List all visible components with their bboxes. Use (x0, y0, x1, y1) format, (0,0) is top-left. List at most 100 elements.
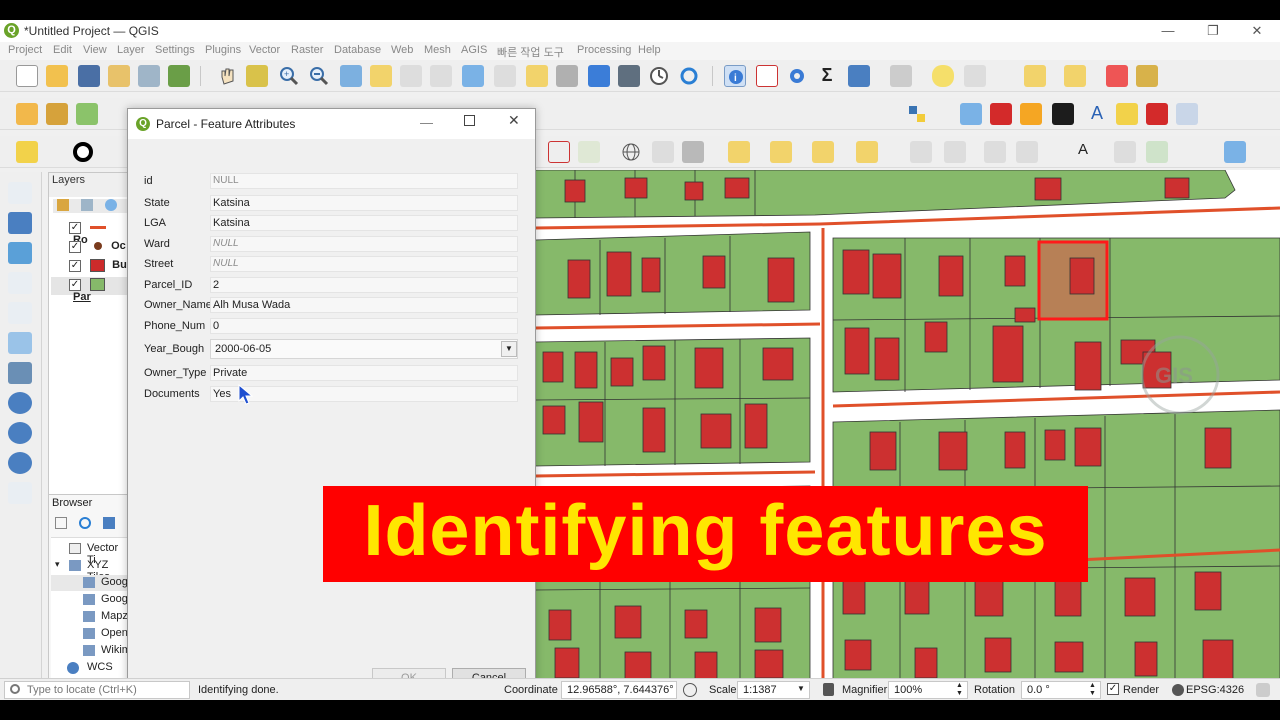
plugin-orange-icon[interactable] (1020, 103, 1042, 125)
browser-item[interactable]: Googl (101, 576, 130, 588)
map-tips-icon[interactable] (932, 65, 954, 87)
scale-dropdown-icon[interactable]: ▼ (797, 684, 805, 693)
map-canvas[interactable]: GIS (535, 170, 1280, 695)
menu-plugins[interactable]: Plugins (205, 44, 241, 56)
add-wms-icon[interactable] (8, 392, 32, 414)
manage-themes-icon[interactable] (105, 199, 117, 211)
node-tool-icon[interactable] (578, 141, 600, 163)
lock-icon[interactable] (823, 683, 834, 696)
python-console-icon[interactable] (906, 103, 928, 125)
open-attribute-table-icon[interactable] (756, 65, 778, 87)
new-layer-icon[interactable] (46, 103, 68, 125)
menu-web[interactable]: Web (391, 44, 413, 56)
crs-label[interactable]: EPSG:4326 (1186, 684, 1244, 696)
add-selected-icon[interactable] (55, 517, 67, 529)
change-label-icon[interactable] (1146, 141, 1168, 163)
extents-toggle-icon[interactable] (683, 683, 697, 697)
zoom-full-icon[interactable] (340, 65, 362, 87)
render-checkbox[interactable]: ✓ (1107, 683, 1119, 695)
select-by-value-icon[interactable] (1064, 65, 1086, 87)
browser-item[interactable]: Mapz (101, 610, 128, 622)
layer-item[interactable]: ✓ Bu (69, 259, 127, 273)
deselect-icon[interactable] (1106, 65, 1128, 87)
pan-to-selection-icon[interactable] (246, 65, 268, 87)
advanced-digitize-icon[interactable] (910, 141, 932, 163)
zoom-to-layer-icon[interactable] (400, 65, 422, 87)
field-value-owner-type[interactable]: Private (210, 365, 518, 381)
date-dropdown-icon[interactable]: ▼ (501, 341, 517, 357)
crs-globe-icon[interactable] (1172, 684, 1184, 696)
add-virtual-layer-icon[interactable] (8, 482, 32, 504)
field-value-state[interactable]: Katsina (210, 195, 518, 211)
dialog-close-icon[interactable]: ✕ (508, 112, 520, 129)
add-wfs-icon[interactable] (8, 452, 32, 474)
offset-icon[interactable] (984, 141, 1006, 163)
rotate-icon[interactable] (944, 141, 966, 163)
refresh-browser-icon[interactable] (79, 517, 91, 529)
layer-visible-checkbox[interactable]: ✓ (69, 260, 81, 273)
menu-help[interactable]: Help (638, 44, 661, 56)
percent-icon[interactable] (1116, 103, 1138, 125)
layer-visible-checkbox[interactable]: ✓ (69, 222, 81, 234)
zoom-native-icon[interactable] (430, 65, 452, 87)
menu-raster[interactable]: Raster (291, 44, 323, 56)
zoom-in-icon[interactable]: + (278, 65, 300, 87)
minimize-icon[interactable]: — (1153, 22, 1183, 40)
menu-agis[interactable]: AGIS (461, 44, 487, 56)
layer-visible-checkbox[interactable]: ✓ (69, 279, 81, 292)
add-raster-layer-icon[interactable] (8, 212, 32, 234)
select-rect-icon[interactable] (728, 141, 750, 163)
field-value-documents[interactable]: Yes (210, 386, 518, 402)
add-vector-layer-icon[interactable] (8, 182, 32, 204)
zoom-to-selection-icon[interactable] (370, 65, 392, 87)
edit-plugin-icon[interactable] (1176, 103, 1198, 125)
field-value-street[interactable]: NULL (210, 256, 518, 272)
locator-input[interactable]: Type to locate (Ctrl+K) (4, 681, 190, 699)
menu-mesh[interactable]: Mesh (424, 44, 451, 56)
style-manager-icon[interactable] (168, 65, 190, 87)
add-group-icon[interactable] (81, 199, 93, 211)
python-tool-icon[interactable] (1136, 65, 1158, 87)
layer-styling-icon[interactable] (16, 141, 38, 163)
save-as-icon[interactable] (108, 65, 130, 87)
show-bookmarks-icon[interactable] (618, 65, 640, 87)
dialog-maximize-icon[interactable] (464, 115, 475, 126)
bookmark-icon[interactable] (588, 65, 610, 87)
browser-item[interactable]: WCS (87, 661, 113, 673)
select-attr-icon[interactable] (770, 141, 792, 163)
close-icon[interactable]: ✕ (1242, 22, 1272, 40)
field-value-year-bough[interactable]: 2000-06-05 (210, 339, 518, 359)
new-3d-view-icon[interactable] (556, 65, 578, 87)
dialog-minimize-icon[interactable]: — (420, 115, 433, 130)
restore-icon[interactable]: ❐ (1198, 22, 1228, 40)
magnifier-stepper-icon[interactable]: ▲ ▼ (956, 682, 963, 698)
expand-arrow-icon[interactable]: ▾ (55, 559, 60, 570)
menu-database[interactable]: Database (334, 44, 381, 56)
deselect-layer-icon[interactable] (856, 141, 878, 163)
agis-icon[interactable] (1052, 103, 1074, 125)
add-wcs-icon[interactable] (8, 422, 32, 444)
plugin-blue-icon[interactable] (1224, 141, 1246, 163)
layer-item-selected[interactable]: ✓ Par (69, 278, 127, 303)
plugin-icon[interactable] (960, 103, 982, 125)
new-project-icon[interactable] (16, 65, 38, 87)
statistics-sigma-icon[interactable]: Σ (816, 65, 838, 87)
plugin-puzzle-icon[interactable] (1146, 103, 1168, 125)
filter-icon[interactable] (103, 517, 115, 529)
add-mesh-layer-icon[interactable] (8, 242, 32, 264)
menu-view[interactable]: View (83, 44, 107, 56)
select-location-icon[interactable] (812, 141, 834, 163)
reshape-icon[interactable] (1016, 141, 1038, 163)
field-value-id[interactable]: NULL (210, 173, 518, 189)
open-styling-icon[interactable] (57, 199, 69, 211)
menu-project[interactable]: Project (8, 44, 42, 56)
temporal-controller-icon[interactable] (648, 65, 670, 87)
pan-icon[interactable] (216, 65, 238, 87)
wrench-icon[interactable] (682, 141, 704, 163)
add-postgis-icon[interactable] (8, 362, 32, 384)
zoom-out-icon[interactable] (308, 65, 330, 87)
add-delimited-text-icon[interactable] (8, 272, 32, 294)
label-tool-icon[interactable]: A (1072, 141, 1094, 163)
add-spatialite-icon[interactable] (8, 332, 32, 354)
select-features-icon[interactable] (1024, 65, 1046, 87)
